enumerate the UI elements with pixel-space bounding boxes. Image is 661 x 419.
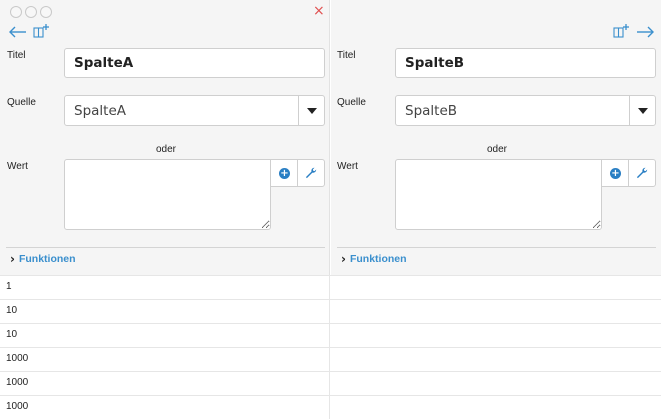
add-column-icon[interactable] bbox=[612, 23, 630, 39]
title-input[interactable] bbox=[64, 48, 325, 78]
wrench-icon bbox=[636, 167, 648, 179]
chevron-right-icon: › bbox=[10, 252, 15, 266]
window-dot-icon[interactable] bbox=[10, 6, 22, 18]
functions-label: Funktionen bbox=[18, 253, 76, 265]
column-editor-b: Titel Quelle SpalteB oder Wert + › Funkt… bbox=[331, 0, 661, 275]
table-row: 10 bbox=[0, 323, 661, 347]
cell-b[interactable] bbox=[331, 372, 661, 395]
value-textarea[interactable] bbox=[64, 159, 271, 230]
cell-b[interactable] bbox=[331, 276, 661, 299]
cell-a[interactable]: 1 bbox=[0, 276, 330, 299]
window-dot-icon[interactable] bbox=[40, 6, 52, 18]
value-label: Wert bbox=[7, 161, 28, 172]
source-label: Quelle bbox=[337, 97, 366, 108]
add-value-button[interactable]: + bbox=[270, 159, 298, 187]
wrench-button[interactable] bbox=[297, 159, 325, 187]
title-label: Titel bbox=[7, 50, 26, 61]
cell-b[interactable] bbox=[331, 396, 661, 419]
value-textarea[interactable] bbox=[395, 159, 602, 230]
wrench-button[interactable] bbox=[628, 159, 656, 187]
functions-toggle[interactable]: › Funktionen bbox=[341, 252, 407, 266]
window-dot-icon[interactable] bbox=[25, 6, 37, 18]
close-icon[interactable]: × bbox=[313, 3, 325, 19]
cell-b[interactable] bbox=[331, 324, 661, 347]
functions-toggle[interactable]: › Funktionen bbox=[10, 252, 76, 266]
divider bbox=[337, 247, 656, 248]
source-select-value: SpalteB bbox=[405, 103, 458, 119]
table-row: 1000 bbox=[0, 395, 661, 419]
value-label: Wert bbox=[337, 161, 358, 172]
title-input[interactable] bbox=[395, 48, 656, 78]
dropdown-toggle[interactable] bbox=[629, 96, 655, 125]
cell-a[interactable]: 1000 bbox=[0, 396, 330, 419]
wrench-icon bbox=[305, 167, 317, 179]
source-select[interactable]: SpalteB bbox=[395, 95, 656, 126]
dropdown-toggle[interactable] bbox=[298, 96, 324, 125]
column-editor-a: × Titel Quelle SpalteA oder Wert + › Fun… bbox=[0, 0, 330, 275]
cell-a[interactable]: 1000 bbox=[0, 372, 330, 395]
cell-a[interactable]: 10 bbox=[0, 300, 330, 323]
move-left-arrow-icon[interactable] bbox=[8, 24, 28, 40]
plus-circle-icon: + bbox=[279, 167, 290, 179]
table-row: 10 bbox=[0, 299, 661, 323]
add-value-button[interactable]: + bbox=[601, 159, 629, 187]
plus-circle-icon: + bbox=[610, 167, 621, 179]
or-label: oder bbox=[155, 144, 176, 155]
cell-b[interactable] bbox=[331, 300, 661, 323]
source-select[interactable]: SpalteA bbox=[64, 95, 325, 126]
divider bbox=[6, 247, 325, 248]
caret-down-icon bbox=[306, 107, 317, 114]
table-row: 1 bbox=[0, 275, 661, 299]
cell-b[interactable] bbox=[331, 348, 661, 371]
window-controls bbox=[10, 6, 52, 18]
source-label: Quelle bbox=[7, 97, 36, 108]
table-row: 1000 bbox=[0, 371, 661, 395]
table-row: 1000 bbox=[0, 347, 661, 371]
functions-label: Funktionen bbox=[349, 253, 407, 265]
move-right-arrow-icon[interactable] bbox=[635, 24, 655, 40]
title-label: Titel bbox=[337, 50, 356, 61]
cell-a[interactable]: 1000 bbox=[0, 348, 330, 371]
add-column-icon[interactable] bbox=[32, 23, 50, 39]
or-label: oder bbox=[486, 144, 507, 155]
chevron-right-icon: › bbox=[341, 252, 346, 266]
data-table: 1 10 10 1000 1000 1000 bbox=[0, 275, 661, 419]
cell-a[interactable]: 10 bbox=[0, 324, 330, 347]
source-select-value: SpalteA bbox=[74, 103, 126, 119]
caret-down-icon bbox=[637, 107, 648, 114]
